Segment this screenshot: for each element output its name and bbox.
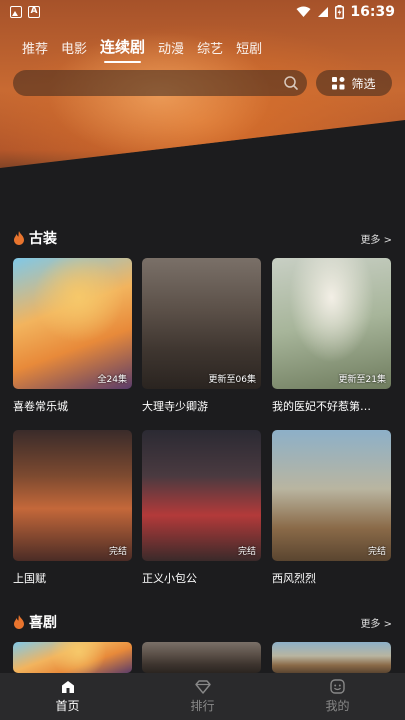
- card-title: 西风烈烈: [272, 572, 316, 585]
- nav-label: 排行: [190, 698, 215, 713]
- a-notification-icon: A: [28, 6, 40, 18]
- tab-recommend[interactable]: 推荐: [22, 38, 48, 63]
- filter-label: 筛选: [351, 76, 376, 91]
- list-item[interactable]: 更新至21集 我的医妃不好惹第…: [272, 258, 391, 414]
- more-link[interactable]: 更多 >: [360, 615, 392, 630]
- episode-badge: 更新至06集: [208, 375, 256, 385]
- list-item[interactable]: 完结 正义小包公: [142, 430, 261, 586]
- diamond-icon: [194, 679, 211, 694]
- poster-image: [142, 642, 261, 673]
- poster-image: 全24集: [13, 258, 132, 389]
- gallery-notification-icon: [10, 6, 22, 18]
- header-background: [0, 0, 405, 168]
- tab-anime[interactable]: 动漫: [158, 38, 184, 63]
- wifi-icon: [296, 6, 311, 17]
- poster-image: 更新至21集: [272, 258, 391, 389]
- flame-icon: [14, 231, 24, 245]
- battery-icon: [335, 5, 345, 19]
- card-title: 我的医妃不好惹第…: [272, 400, 371, 413]
- section-title: 古装: [29, 231, 57, 247]
- home-icon: [61, 680, 74, 693]
- tab-series[interactable]: 连续剧: [100, 36, 145, 63]
- tab-variety[interactable]: 综艺: [197, 38, 223, 63]
- poster-image: 更新至06集: [142, 258, 261, 389]
- nav-ranking[interactable]: 排行: [135, 673, 270, 720]
- section-header-comedy: 喜剧 更多 >: [13, 612, 392, 632]
- list-item[interactable]: 全24集 喜卷常乐城: [13, 258, 132, 414]
- poster-image: [272, 642, 391, 673]
- section-header-costume: 古装 更多 >: [13, 228, 392, 248]
- profile-icon: [330, 679, 345, 694]
- episode-badge: 完结: [367, 547, 386, 557]
- list-item[interactable]: [13, 642, 132, 673]
- nav-label: 首页: [55, 698, 80, 713]
- more-link[interactable]: 更多 >: [360, 231, 392, 246]
- episode-badge: 全24集: [97, 375, 127, 385]
- list-item[interactable]: 更新至06集 大理寺少卿游: [142, 258, 261, 414]
- category-tabs: 推荐 电影 连续剧 动漫 综艺 短剧: [22, 36, 262, 63]
- search-icon: [284, 76, 298, 90]
- filter-button[interactable]: 筛选: [316, 70, 392, 96]
- search-input[interactable]: [13, 70, 307, 96]
- nav-profile[interactable]: 我的: [270, 673, 405, 720]
- poster-image: 完结: [13, 430, 132, 561]
- bottom-nav: 首页 排行 我的: [0, 673, 405, 720]
- episode-badge: 完结: [108, 547, 127, 557]
- tab-movie[interactable]: 电影: [61, 38, 87, 63]
- poster-image: 完结: [142, 430, 261, 561]
- tab-short-drama[interactable]: 短剧: [236, 38, 262, 63]
- status-time: 16:39: [350, 4, 395, 20]
- status-bar: A 16:39: [0, 0, 405, 24]
- list-item[interactable]: 完结 上国赋: [13, 430, 132, 586]
- list-item[interactable]: [272, 642, 391, 673]
- filter-icon: [332, 76, 345, 89]
- poster-image: [13, 642, 132, 673]
- section-title: 喜剧: [29, 615, 57, 631]
- card-title: 大理寺少卿游: [142, 400, 208, 413]
- card-title: 喜卷常乐城: [13, 400, 68, 413]
- flame-icon: [14, 615, 24, 629]
- list-item[interactable]: [142, 642, 261, 673]
- episode-badge: 更新至21集: [338, 375, 386, 385]
- episode-badge: 完结: [237, 547, 256, 557]
- list-item[interactable]: 完结 西风烈烈: [272, 430, 391, 586]
- poster-image: 完结: [272, 430, 391, 561]
- signal-icon: [318, 7, 329, 17]
- nav-label: 我的: [325, 699, 350, 713]
- nav-home[interactable]: 首页: [0, 673, 135, 720]
- card-title: 正义小包公: [142, 572, 197, 585]
- card-title: 上国赋: [13, 572, 46, 585]
